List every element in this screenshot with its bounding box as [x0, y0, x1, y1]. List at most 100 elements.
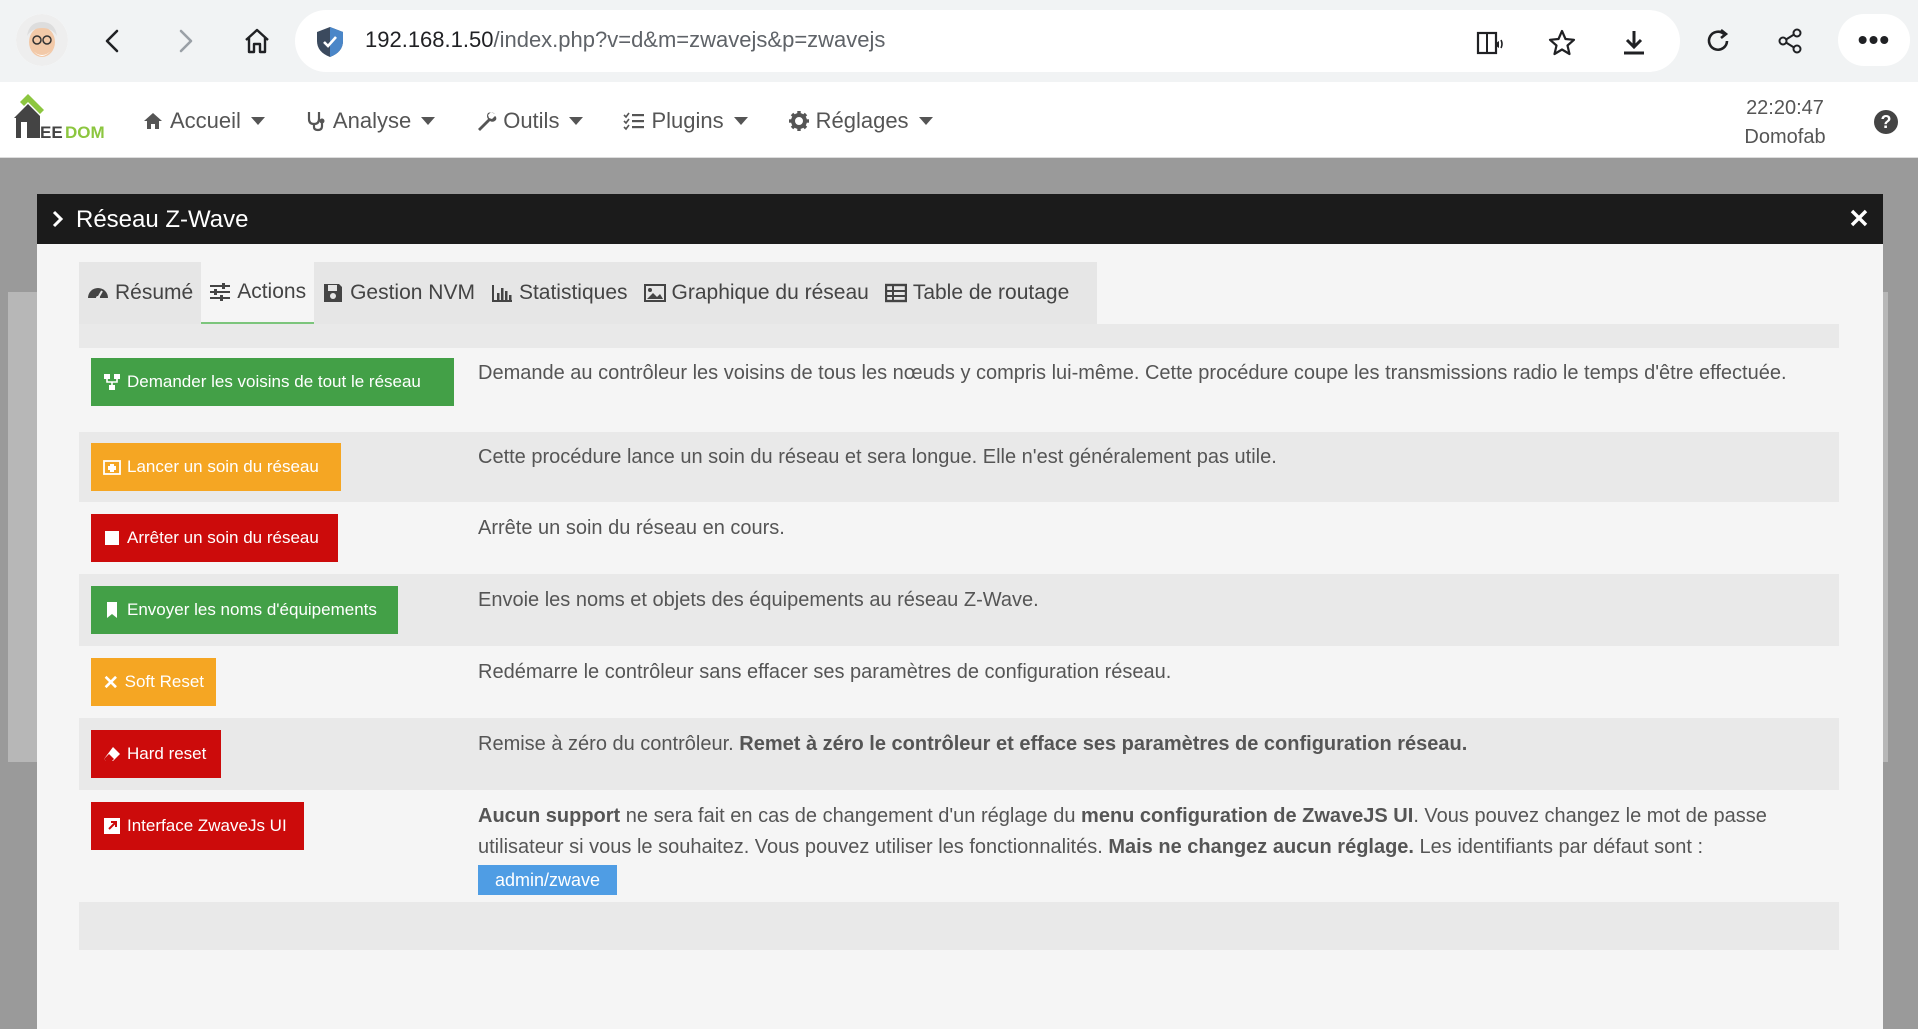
- modal-header: Réseau Z-Wave: [37, 194, 1883, 244]
- stop-icon: [105, 531, 119, 545]
- stop-heal-label: Arrêter un soin du réseau: [127, 528, 319, 547]
- zwave-network-modal: Réseau Z-Wave Résumé Actions Gestion NVM…: [37, 194, 1883, 1029]
- forward-button[interactable]: [164, 20, 206, 62]
- menu-analyse-label: Analyse: [332, 108, 412, 133]
- close-icon: [1850, 209, 1868, 227]
- home-icon: [144, 113, 162, 129]
- desc-part: Les identifiants par défaut sont :: [1414, 836, 1704, 858]
- image-icon: [643, 284, 666, 302]
- top-spacer-row: [79, 324, 1839, 348]
- heal-network-description: Cette procédure lance un soin du réseau …: [478, 446, 1277, 468]
- zwavejs-ui-button[interactable]: Interface ZwaveJs UI: [91, 802, 304, 850]
- home-button[interactable]: [236, 20, 278, 62]
- action-row: Soft Reset Redémarre le contrôleur sans …: [79, 646, 1839, 718]
- share-icon: [1778, 28, 1802, 54]
- reload-button[interactable]: [1697, 20, 1739, 62]
- default-credentials-badge: admin/zwave: [478, 865, 618, 895]
- tab-resume-label: Résumé: [115, 281, 194, 304]
- action-row: Interface ZwaveJs UI Aucun support ne se…: [79, 790, 1839, 902]
- send-names-description: Envoie les noms et objets des équipement…: [478, 589, 1039, 611]
- tab-gestion-nvm[interactable]: Gestion NVM: [314, 262, 483, 324]
- tab-graphique-label: Graphique du réseau: [671, 281, 869, 304]
- hard-reset-desc-bold: Remet à zéro le contrôleur et efface ses…: [739, 733, 1468, 755]
- hard-reset-desc-plain: Remise à zéro du contrôleur.: [478, 733, 740, 755]
- caret-down-icon: [918, 117, 933, 125]
- chevron-right-icon: [52, 210, 64, 228]
- tab-table-routage-label: Table de routage: [912, 281, 1070, 304]
- app-navbar: EE DOM Accueil Analyse Outils Plugins Ré…: [0, 82, 1918, 158]
- clock-user: 22:20:47 Domofab: [1730, 94, 1840, 152]
- shield-icon: [317, 27, 343, 57]
- soft-reset-description: Redémarre le contrôleur sans effacer ses…: [478, 661, 1172, 683]
- wrench-icon: [478, 112, 497, 131]
- request-neighbors-description: Demande au contrôleur les voisins de tou…: [478, 362, 1787, 384]
- menu-accueil[interactable]: Accueil: [142, 104, 265, 138]
- download-button[interactable]: [1617, 26, 1651, 60]
- stethoscope-icon: [307, 112, 325, 132]
- request-neighbors-button[interactable]: Demander les voisins de tout le réseau: [91, 358, 454, 406]
- current-user[interactable]: Domofab: [1730, 123, 1840, 152]
- hard-reset-button[interactable]: Hard reset: [91, 730, 221, 778]
- close-button[interactable]: [1845, 204, 1873, 232]
- sitemap-icon: [104, 374, 120, 390]
- url-host: 192.168.1.50: [365, 27, 494, 52]
- reader-mode-icon: [1476, 31, 1503, 55]
- more-icon: •••: [1857, 24, 1891, 55]
- table-icon: [884, 283, 907, 303]
- hard-reset-description: Remise à zéro du contrôleur. Remet à zér…: [478, 729, 1808, 760]
- list-icon: [623, 112, 645, 131]
- action-row: Lancer un soin du réseau Cette procédure…: [79, 432, 1839, 502]
- address-bar[interactable]: 192.168.1.50/index.php?v=d&m=zwavejs&p=z…: [295, 10, 1680, 72]
- menu-outils[interactable]: Outils: [475, 104, 584, 138]
- tab-actions[interactable]: Actions: [201, 262, 315, 324]
- share-button[interactable]: [1769, 20, 1811, 62]
- reload-icon: [1707, 28, 1729, 51]
- profile-avatar[interactable]: [16, 14, 68, 66]
- desc-part-bold: menu configuration de ZwaveJS UI: [1081, 805, 1414, 827]
- save-icon: [324, 284, 343, 302]
- zwavejs-ui-label: Interface ZwaveJs UI: [127, 816, 287, 835]
- browser-toolbar: 192.168.1.50/index.php?v=d&m=zwavejs&p=z…: [0, 0, 1918, 82]
- stop-heal-button[interactable]: Arrêter un soin du réseau: [91, 514, 338, 562]
- action-row: Demander les voisins de tout le réseau D…: [79, 348, 1839, 432]
- bottom-spacer-row: [79, 902, 1839, 950]
- current-time: 22:20:47: [1746, 97, 1824, 119]
- tab-statistiques[interactable]: Statistiques: [483, 262, 636, 324]
- soft-reset-button[interactable]: Soft Reset: [91, 658, 216, 706]
- modal-tabs: Résumé Actions Gestion NVM Statistiques …: [79, 262, 1097, 324]
- action-row: Arrêter un soin du réseau Arrête un soin…: [79, 502, 1839, 574]
- jeedom-logo[interactable]: EE DOM: [10, 92, 115, 148]
- desc-part-bold: Aucun support: [478, 805, 621, 827]
- tab-table-routage[interactable]: Table de routage: [877, 262, 1077, 324]
- gear-icon: [788, 111, 809, 131]
- tab-actions-label: Actions: [237, 280, 307, 303]
- send-names-button[interactable]: Envoyer les noms d'équipements: [91, 586, 398, 634]
- hard-reset-label: Hard reset: [127, 744, 207, 763]
- menu-reglages-label: Réglages: [815, 108, 909, 133]
- heal-network-button[interactable]: Lancer un soin du réseau: [91, 443, 341, 491]
- stop-heal-description: Arrête un soin du réseau en cours.: [478, 517, 785, 539]
- heal-network-label: Lancer un soin du réseau: [127, 457, 319, 476]
- more-menu-button[interactable]: •••: [1838, 14, 1910, 66]
- dashboard-icon: [88, 288, 108, 300]
- caret-down-icon: [733, 117, 748, 125]
- menu-reglages[interactable]: Réglages: [788, 104, 933, 138]
- back-button[interactable]: [92, 20, 134, 62]
- reader-mode-button[interactable]: [1473, 26, 1507, 60]
- help-icon[interactable]: ?: [1874, 110, 1898, 134]
- bookmark-button[interactable]: [1545, 26, 1579, 60]
- menu-accueil-label: Accueil: [170, 108, 241, 133]
- menu-plugins[interactable]: Plugins: [623, 104, 748, 138]
- menu-analyse[interactable]: Analyse: [305, 104, 436, 138]
- tab-resume[interactable]: Résumé: [79, 262, 201, 324]
- desc-part-bold: Mais ne changez aucun réglage.: [1108, 836, 1414, 858]
- tab-graphique[interactable]: Graphique du réseau: [636, 262, 877, 324]
- caret-down-icon: [569, 117, 584, 125]
- svg-text:EE: EE: [40, 123, 63, 142]
- soft-reset-label: Soft Reset: [124, 672, 204, 691]
- main-menu: Accueil Analyse Outils Plugins Réglages: [142, 104, 973, 138]
- desc-part: ne sera fait en cas de changement d'un r…: [620, 805, 1082, 827]
- tab-gestion-nvm-label: Gestion NVM: [350, 281, 475, 304]
- action-row: Hard reset Remise à zéro du contrôleur. …: [79, 718, 1839, 790]
- send-names-label: Envoyer les noms d'équipements: [127, 600, 377, 619]
